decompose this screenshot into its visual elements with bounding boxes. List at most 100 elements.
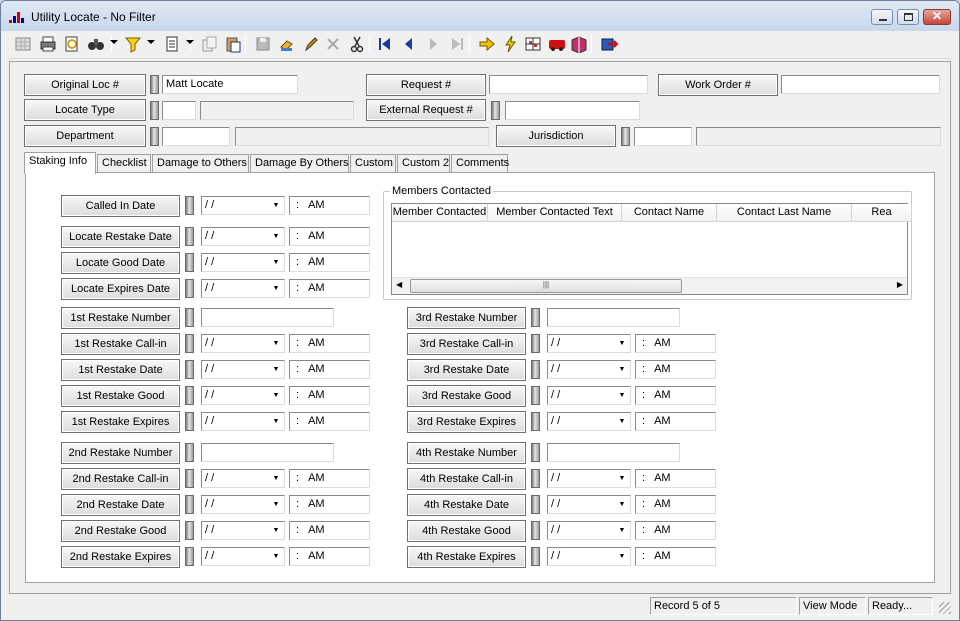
lock-toggle[interactable] [185, 495, 194, 514]
chevron-down-icon[interactable]: ▼ [269, 281, 283, 296]
2nd-restake-good-date-combo[interactable]: / / ▼ [201, 521, 285, 540]
chevron-down-icon[interactable]: ▼ [615, 414, 629, 429]
3rd-restake-good-button[interactable]: 3rd Restake Good [407, 385, 526, 407]
2nd-restake-call-in-button[interactable]: 2nd Restake Call-in [61, 468, 180, 490]
minimize-button[interactable] [871, 9, 893, 25]
lock-toggle[interactable] [185, 386, 194, 405]
4th-restake-good-time-input[interactable]: : AM [635, 521, 716, 540]
2nd-restake-expires-time-input[interactable]: : AM [289, 547, 370, 566]
lock-toggle[interactable] [185, 227, 194, 246]
3rd-restake-good-date-combo[interactable]: / / ▼ [547, 386, 631, 405]
called-in-date-date-combo[interactable]: / / ▼ [201, 196, 285, 215]
grid-button[interactable] [13, 34, 33, 54]
4th-restake-good-button[interactable]: 4th Restake Good [407, 520, 526, 542]
grid-column-header[interactable]: Member Contacted Text [488, 204, 622, 222]
department-button[interactable]: Department [24, 125, 146, 147]
1st-restake-call-in-button[interactable]: 1st Restake Call-in [61, 333, 180, 355]
bus-button[interactable] [547, 34, 567, 54]
4th-restake-call-in-date-combo[interactable]: / / ▼ [547, 469, 631, 488]
jurisdiction-code-input[interactable] [634, 127, 692, 146]
locate-expires-date-time-input[interactable]: : AM [289, 279, 370, 298]
last-record-button[interactable] [447, 34, 467, 54]
chevron-down-icon[interactable]: ▼ [269, 198, 283, 213]
lock-toggle[interactable] [185, 412, 194, 431]
2nd-restake-call-in-date-combo[interactable]: / / ▼ [201, 469, 285, 488]
chevron-down-icon[interactable]: ▼ [615, 336, 629, 351]
called-in-date-time-input[interactable]: : AM [289, 196, 370, 215]
4th-restake-number-button[interactable]: 4th Restake Number [407, 442, 526, 464]
2nd-restake-number-input[interactable] [201, 443, 334, 462]
document-button[interactable] [162, 34, 182, 54]
lock-toggle[interactable] [185, 443, 194, 462]
4th-restake-date-time-input[interactable]: : AM [635, 495, 716, 514]
lock-toggle[interactable] [491, 101, 500, 120]
locate-type-button[interactable]: Locate Type [24, 99, 146, 121]
chevron-down-icon[interactable]: ▼ [269, 362, 283, 377]
tab-custom-2[interactable]: Custom 2 [397, 154, 450, 173]
lock-toggle[interactable] [150, 75, 159, 94]
filter-button[interactable] [123, 34, 143, 54]
external-request-input[interactable] [505, 101, 640, 120]
2nd-restake-date-button[interactable]: 2nd Restake Date [61, 494, 180, 516]
4th-restake-call-in-time-input[interactable]: : AM [635, 469, 716, 488]
lock-toggle[interactable] [185, 279, 194, 298]
maximize-button[interactable] [897, 9, 919, 25]
chevron-down-icon[interactable]: ▼ [615, 549, 629, 564]
grid-column-header[interactable]: Contact Last Name [717, 204, 852, 222]
4th-restake-date-date-combo[interactable]: / / ▼ [547, 495, 631, 514]
3rd-restake-expires-time-input[interactable]: : AM [635, 412, 716, 431]
request-input[interactable] [489, 75, 648, 94]
3rd-restake-date-button[interactable]: 3rd Restake Date [407, 359, 526, 381]
lock-toggle[interactable] [185, 334, 194, 353]
lock-toggle[interactable] [531, 521, 540, 540]
1st-restake-date-date-combo[interactable]: / / ▼ [201, 360, 285, 379]
3rd-restake-number-button[interactable]: 3rd Restake Number [407, 307, 526, 329]
3rd-restake-number-input[interactable] [547, 308, 680, 327]
work-order-button[interactable]: Work Order # [658, 74, 778, 96]
lock-toggle[interactable] [185, 196, 194, 215]
chevron-down-icon[interactable]: ▼ [269, 229, 283, 244]
grid-column-header[interactable]: Member Contacted [392, 204, 488, 222]
tab-staking-info[interactable]: Staking Info [24, 152, 96, 174]
lock-toggle[interactable] [185, 308, 194, 327]
1st-restake-good-date-combo[interactable]: / / ▼ [201, 386, 285, 405]
locate-restake-date-date-combo[interactable]: / / ▼ [201, 227, 285, 246]
jurisdiction-button[interactable]: Jurisdiction [496, 125, 616, 147]
chevron-down-icon[interactable]: ▼ [269, 255, 283, 270]
exit-button[interactable] [599, 34, 619, 54]
chevron-down-icon[interactable]: ▼ [269, 336, 283, 351]
grid-column-header[interactable]: Contact Name [622, 204, 717, 222]
chevron-down-icon[interactable]: ▼ [615, 388, 629, 403]
external-request-button[interactable]: External Request # [366, 99, 486, 121]
save-button[interactable] [253, 34, 273, 54]
cut-button[interactable] [347, 34, 367, 54]
4th-restake-expires-date-combo[interactable]: / / ▼ [547, 547, 631, 566]
1st-restake-good-time-input[interactable]: : AM [289, 386, 370, 405]
locate-expires-date-button[interactable]: Locate Expires Date [61, 278, 180, 300]
lock-toggle[interactable] [621, 127, 630, 146]
work-order-input[interactable] [781, 75, 940, 94]
chevron-down-icon[interactable]: ▼ [269, 497, 283, 512]
1st-restake-expires-date-combo[interactable]: / / ▼ [201, 412, 285, 431]
1st-restake-number-button[interactable]: 1st Restake Number [61, 307, 180, 329]
pencil-button[interactable] [301, 34, 321, 54]
locate-expires-date-date-combo[interactable]: / / ▼ [201, 279, 285, 298]
dropdown-arrow-icon[interactable] [147, 40, 155, 44]
lock-toggle[interactable] [531, 469, 540, 488]
3rd-restake-expires-date-combo[interactable]: / / ▼ [547, 412, 631, 431]
4th-restake-call-in-button[interactable]: 4th Restake Call-in [407, 468, 526, 490]
lock-toggle[interactable] [185, 360, 194, 379]
edit-button[interactable] [277, 34, 297, 54]
prev-record-button[interactable] [399, 34, 419, 54]
chevron-down-icon[interactable]: ▼ [615, 497, 629, 512]
3rd-restake-call-in-button[interactable]: 3rd Restake Call-in [407, 333, 526, 355]
lock-toggle[interactable] [531, 334, 540, 353]
chevron-down-icon[interactable]: ▼ [269, 388, 283, 403]
3rd-restake-date-time-input[interactable]: : AM [635, 360, 716, 379]
chevron-down-icon[interactable]: ▼ [269, 414, 283, 429]
paste-button[interactable] [223, 34, 243, 54]
grid-column-header[interactable]: Rea [852, 204, 912, 222]
locate-good-date-date-combo[interactable]: / / ▼ [201, 253, 285, 272]
request-button[interactable]: Request # [366, 74, 486, 96]
binoculars-button[interactable] [86, 34, 106, 54]
